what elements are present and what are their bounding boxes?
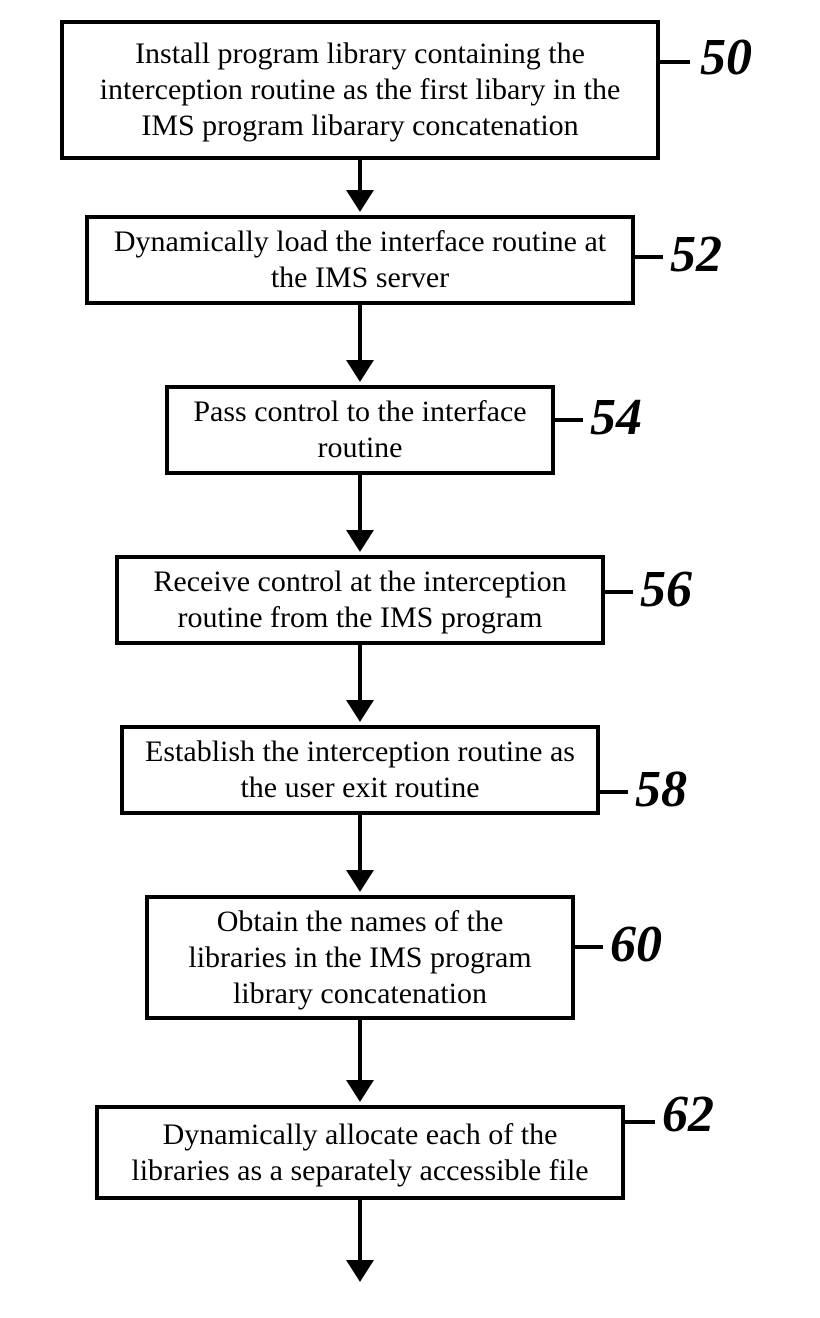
step-number-50: 50: [700, 28, 752, 87]
step-box-56: Receive control at the interception rout…: [115, 555, 605, 645]
step-number-58: 58: [635, 760, 687, 819]
step-number-52: 52: [670, 225, 722, 284]
step-box-58: Establish the interception routine as th…: [120, 725, 600, 815]
arrow-1: [346, 160, 374, 212]
step-text: Install program library containing the i…: [82, 36, 638, 144]
step-number-60: 60: [610, 915, 662, 974]
step-number-62: 62: [662, 1085, 714, 1144]
step-text: Establish the interception routine as th…: [142, 734, 578, 806]
step-box-50: Install program library containing the i…: [60, 20, 660, 160]
leader-56: [603, 590, 633, 594]
step-box-54: Pass control to the interface routine: [165, 385, 555, 475]
step-text: Dynamically load the interface routine a…: [107, 224, 613, 296]
leader-54: [553, 418, 583, 422]
leader-58: [598, 790, 628, 794]
leader-52: [633, 255, 663, 259]
step-text: Pass control to the interface routine: [187, 394, 533, 466]
arrow-5: [346, 815, 374, 892]
arrow-7: [346, 1200, 374, 1282]
arrow-2: [346, 305, 374, 382]
step-number-56: 56: [640, 560, 692, 619]
step-text: Dynamically allocate each of the librari…: [117, 1117, 603, 1189]
step-text: Obtain the names of the libraries in the…: [167, 904, 553, 1012]
arrow-6: [346, 1020, 374, 1102]
step-box-62: Dynamically allocate each of the librari…: [95, 1105, 625, 1200]
step-number-54: 54: [590, 388, 642, 447]
arrow-3: [346, 475, 374, 552]
step-text: Receive control at the interception rout…: [137, 564, 583, 636]
leader-60: [573, 945, 603, 949]
leader-50: [658, 60, 690, 64]
leader-62: [623, 1120, 655, 1124]
step-box-60: Obtain the names of the libraries in the…: [145, 895, 575, 1020]
arrow-4: [346, 645, 374, 722]
flowchart: Install program library containing the i…: [0, 0, 820, 1318]
step-box-52: Dynamically load the interface routine a…: [85, 215, 635, 305]
